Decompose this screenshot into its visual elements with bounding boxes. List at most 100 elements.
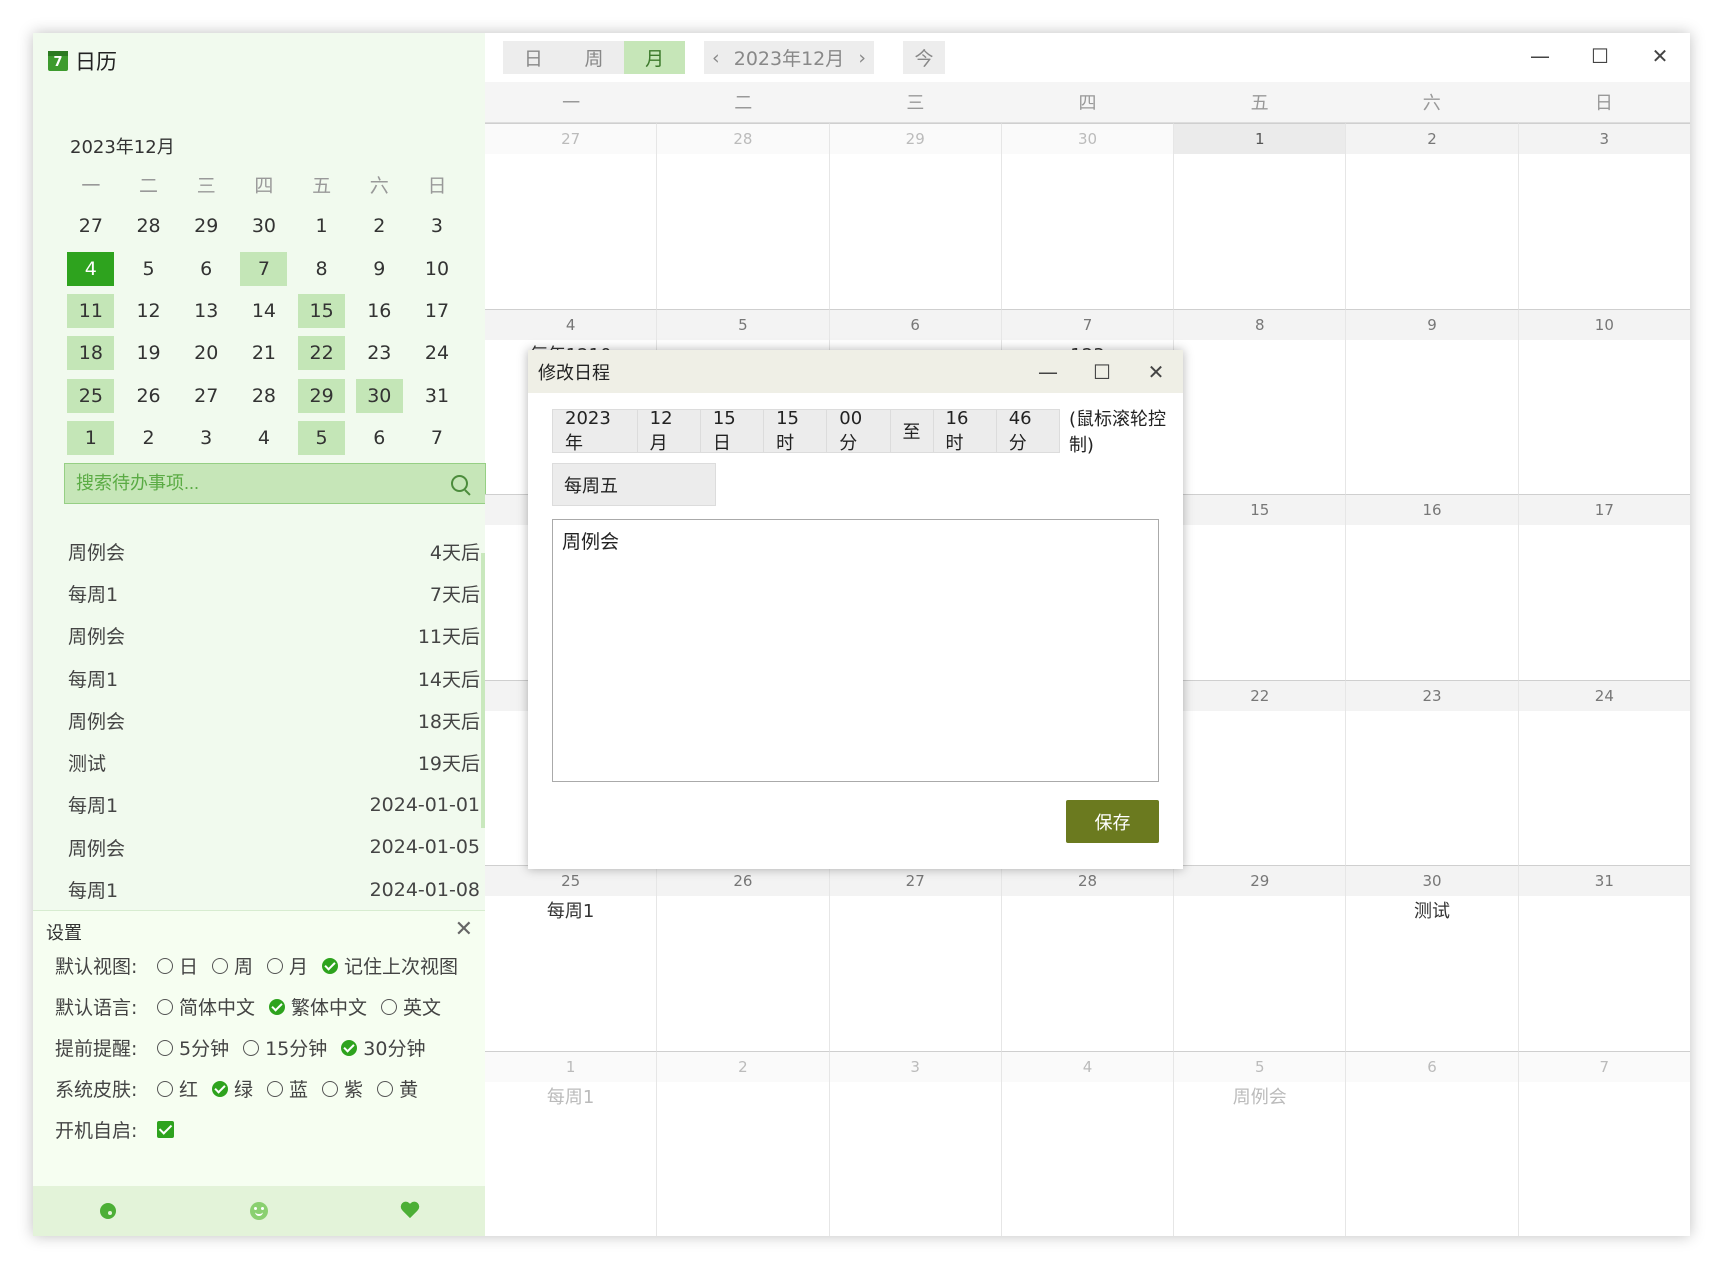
default-view-option[interactable]: 周	[212, 952, 253, 979]
day-cell[interactable]: 27	[829, 865, 1002, 1051]
mini-calendar-day[interactable]: 25	[62, 374, 120, 416]
mini-calendar-day[interactable]: 9	[350, 248, 408, 290]
default-view-option[interactable]: 记住上次视图	[322, 952, 458, 979]
search-input[interactable]	[74, 472, 445, 495]
mini-calendar-day[interactable]: 7	[235, 248, 293, 290]
skin-option[interactable]: 绿	[212, 1075, 253, 1102]
mini-calendar-day[interactable]: 30	[350, 374, 408, 416]
mini-calendar-day[interactable]: 15	[293, 290, 351, 332]
mini-calendar-day[interactable]: 26	[120, 374, 178, 416]
view-tab[interactable]: 日	[503, 41, 564, 74]
radio-icon[interactable]	[212, 1080, 229, 1097]
close-icon[interactable]: ✕	[1630, 38, 1690, 74]
day-cell[interactable]: 2	[657, 1050, 830, 1236]
mini-calendar-day[interactable]: 14	[235, 290, 293, 332]
default-language-option[interactable]: 简体中文	[157, 993, 255, 1020]
default-view-option[interactable]: 日	[157, 952, 198, 979]
mini-calendar-day[interactable]: 1	[293, 205, 351, 247]
day-cell[interactable]: 7	[1518, 1050, 1690, 1237]
mini-calendar-day[interactable]: 2	[350, 205, 408, 247]
radio-icon[interactable]	[212, 957, 229, 974]
prev-month-icon[interactable]: ‹	[712, 47, 720, 69]
skin-option[interactable]: 蓝	[267, 1075, 308, 1102]
skin-option[interactable]: 紫	[322, 1075, 363, 1102]
day-cell[interactable]: 17	[1518, 494, 1690, 680]
day-cell[interactable]: 16	[1346, 494, 1519, 680]
settings-close-icon[interactable]: ✕	[455, 917, 473, 942]
radio-icon[interactable]	[267, 1080, 284, 1097]
repeat-select[interactable]: 每周五	[552, 463, 716, 506]
mini-calendar-day[interactable]: 24	[408, 332, 466, 374]
mini-calendar-day[interactable]: 7	[408, 417, 466, 459]
radio-icon[interactable]	[157, 1080, 173, 1097]
mini-calendar-day[interactable]: 16	[350, 290, 408, 332]
default-language-option[interactable]: 英文	[381, 993, 441, 1020]
radio-icon[interactable]	[341, 1039, 358, 1056]
event-item[interactable]: 每周1	[485, 1082, 656, 1113]
mini-calendar-day[interactable]: 29	[177, 205, 235, 247]
todo-item[interactable]: 周例会 18天后	[64, 699, 484, 741]
save-button[interactable]: 保存	[1066, 800, 1159, 843]
next-month-icon[interactable]: ›	[858, 47, 866, 69]
day-cell[interactable]: 31	[1518, 865, 1690, 1051]
mini-calendar-day[interactable]: 29	[293, 374, 351, 416]
radio-icon[interactable]	[243, 1039, 260, 1056]
month-spinner[interactable]: 12月	[636, 408, 701, 454]
mini-calendar-day[interactable]: 4	[62, 248, 120, 290]
day-cell[interactable]: 24	[1518, 679, 1690, 866]
day-cell[interactable]: 3	[829, 1050, 1002, 1236]
mini-calendar-day[interactable]: 19	[120, 332, 178, 374]
skin-option[interactable]: 红	[157, 1075, 198, 1102]
day-cell[interactable]: 6	[1346, 1050, 1519, 1236]
dialog-minimize-icon[interactable]: —	[1021, 360, 1075, 384]
day-cell[interactable]: 30	[1001, 123, 1175, 309]
mini-calendar-day[interactable]: 17	[408, 290, 466, 332]
year-spinner[interactable]: 2023年	[552, 408, 638, 454]
minimize-icon[interactable]: —	[1510, 38, 1570, 74]
radio-icon[interactable]	[322, 1080, 339, 1097]
mini-calendar-day[interactable]: 21	[235, 332, 293, 374]
current-month-label[interactable]: 2023年12月	[734, 44, 845, 71]
end-hour-spinner[interactable]: 16时	[932, 408, 997, 454]
dialog-maximize-icon[interactable]: ☐	[1075, 360, 1129, 384]
day-cell[interactable]: 28	[657, 123, 830, 309]
mini-calendar-day[interactable]: 11	[62, 290, 120, 332]
day-cell[interactable]: 27	[485, 123, 658, 309]
mini-calendar-day[interactable]: 22	[293, 332, 351, 374]
radio-icon[interactable]	[377, 1080, 394, 1097]
reminder-option[interactable]: 15分钟	[243, 1034, 327, 1061]
mini-calendar-day[interactable]: 6	[350, 417, 408, 459]
day-cell[interactable]: 8	[1174, 308, 1347, 494]
day-cell[interactable]: 23	[1346, 679, 1519, 865]
event-note-textarea[interactable]	[552, 519, 1159, 782]
favorite-button[interactable]	[334, 1186, 485, 1236]
mini-calendar-day[interactable]: 27	[177, 374, 235, 416]
radio-icon[interactable]	[267, 957, 284, 974]
mini-calendar-day[interactable]: 6	[177, 248, 235, 290]
mini-calendar-day[interactable]: 28	[120, 205, 178, 247]
default-language-option[interactable]: 繁体中文	[269, 993, 367, 1020]
radio-icon[interactable]	[157, 957, 173, 974]
todo-item[interactable]: 测试 19天后	[64, 741, 484, 783]
day-cell[interactable]: 29	[829, 123, 1002, 309]
radio-icon[interactable]	[157, 998, 173, 1015]
mini-calendar-day[interactable]: 12	[120, 290, 178, 332]
day-cell[interactable]: 1 每周1	[485, 1050, 658, 1236]
mini-calendar-day[interactable]: 3	[177, 417, 235, 459]
start-minute-spinner[interactable]: 00分	[826, 408, 891, 454]
radio-icon[interactable]	[269, 998, 286, 1015]
maximize-icon[interactable]: ☐	[1570, 38, 1630, 74]
day-cell[interactable]: 2	[1346, 123, 1519, 309]
mini-calendar-day[interactable]: 27	[62, 205, 120, 247]
day-cell[interactable]: 15	[1174, 494, 1347, 680]
mini-calendar-day[interactable]: 30	[235, 205, 293, 247]
mini-calendar-day[interactable]: 3	[408, 205, 466, 247]
autostart-checkbox[interactable]	[157, 1121, 174, 1138]
todo-item[interactable]: 每周1 14天后	[64, 657, 484, 699]
event-item[interactable]: 每周1	[485, 896, 656, 927]
radio-icon[interactable]	[381, 998, 398, 1015]
mini-calendar-day[interactable]: 5	[293, 417, 351, 459]
radio-icon[interactable]	[157, 1039, 173, 1056]
mini-calendar-day[interactable]: 20	[177, 332, 235, 374]
view-tab[interactable]: 周	[564, 41, 625, 74]
